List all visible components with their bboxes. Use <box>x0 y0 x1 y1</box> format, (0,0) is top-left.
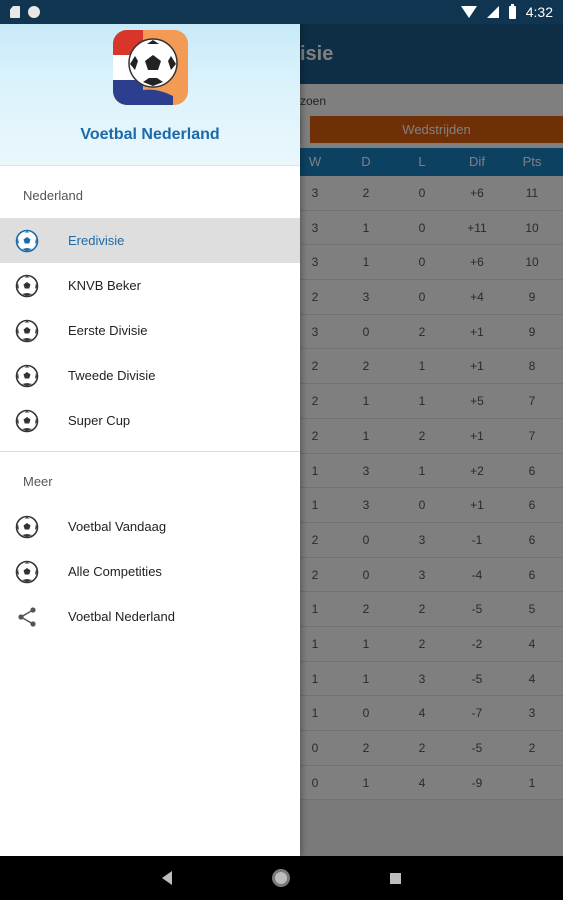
nav-item-label: Alle Competities <box>68 564 162 579</box>
back-icon[interactable] <box>162 871 172 885</box>
soccer-ball-icon <box>15 364 39 388</box>
nav-section-nederland: Eredivisie KNVB Beker Eerste Divisie Tweede… <box>0 218 300 443</box>
sd-card-icon <box>10 6 20 18</box>
status-time: 4:32 <box>525 4 553 20</box>
notification-dot-icon <box>28 6 40 18</box>
navigation-drawer: Voetbal Nederland Nederland Eredivisie KN… <box>0 0 300 856</box>
nav-section-meer: Voetbal Vandaag Alle Competities Voetbal N… <box>0 504 300 639</box>
soccer-ball-icon <box>15 319 39 343</box>
nav-item-label: Eredivisie <box>68 233 125 248</box>
battery-icon <box>508 3 516 19</box>
nav-item-label: Eerste Divisie <box>68 323 148 338</box>
nav-item-voetbal-nederland[interactable]: Voetbal Nederland <box>0 594 300 639</box>
drawer-app-title: Voetbal Nederland <box>80 126 220 143</box>
nav-item-voetbal-vandaag[interactable]: Voetbal Vandaag <box>0 504 300 549</box>
nav-item-tweede-divisie[interactable]: Tweede Divisie <box>0 353 300 398</box>
soccer-ball-icon <box>15 274 39 298</box>
soccer-ball-icon <box>15 409 39 433</box>
section-label-meer: Meer <box>23 474 53 489</box>
drawer-header: Voetbal Nederland <box>0 0 300 166</box>
nav-item-super-cup[interactable]: Super Cup <box>0 398 300 443</box>
nav-item-label: KNVB Beker <box>68 278 141 293</box>
notification-icons <box>10 6 40 18</box>
nav-item-eredivisie[interactable]: Eredivisie <box>0 218 300 263</box>
status-bar: 4:32 <box>0 0 563 24</box>
soccer-ball-icon <box>15 560 39 584</box>
nav-item-label: Voetbal Vandaag <box>68 519 167 534</box>
nav-item-alle-competities[interactable]: Alle Competities <box>0 549 300 594</box>
section-label-nederland: Nederland <box>23 188 83 203</box>
nav-item-eerste-divisie[interactable]: Eerste Divisie <box>0 308 300 353</box>
soccer-ball-icon <box>15 229 39 253</box>
app-logo <box>113 30 188 105</box>
nav-item-label: Tweede Divisie <box>68 368 156 383</box>
signal-icon <box>486 6 499 18</box>
nav-item-label: Voetbal Nederland <box>68 609 175 624</box>
nav-item-label: Super Cup <box>68 413 131 428</box>
home-icon[interactable] <box>272 869 290 887</box>
soccer-ball-icon <box>15 515 39 539</box>
wifi-icon <box>460 6 477 18</box>
system-icons: 4:32 <box>460 3 553 20</box>
nav-item-knvb-beker[interactable]: KNVB Beker <box>0 263 300 308</box>
system-nav-bar <box>0 856 563 900</box>
share-icon <box>15 605 39 629</box>
recent-apps-icon[interactable] <box>390 872 401 884</box>
